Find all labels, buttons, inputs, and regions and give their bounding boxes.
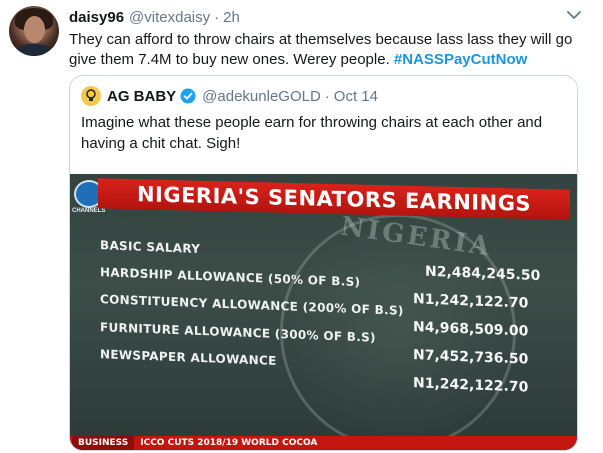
ticker-section: BUSINESS <box>72 436 135 450</box>
row-label: HARDSHIP ALLOWANCE (50% OF B.S) <box>100 265 361 290</box>
row-label: NEWSPAPER ALLOWANCE <box>100 347 277 368</box>
quoted-tweet[interactable]: AG BABY @adekunleGOLD · Oct 14 Imagine w… <box>69 75 578 451</box>
author-name[interactable]: daisy96 <box>69 9 124 26</box>
tweet-text: They can afford to throw chairs at thems… <box>69 30 589 70</box>
tweet-header: daisy96 @vitexdaisy · 2h <box>69 7 240 27</box>
author-handle[interactable]: @vitexdaisy <box>129 9 210 26</box>
attached-photo[interactable]: NIGERIA CHANNELS NIGERIA'S SENATORS EARN… <box>70 174 577 450</box>
row-label: BASIC SALARY <box>100 238 201 257</box>
row-amount: N1,242,122.70 <box>413 375 529 396</box>
hashtag-link[interactable]: #NASSPayCutNow <box>394 51 527 68</box>
quote-author-name[interactable]: AG BABY <box>107 88 176 105</box>
row-label: FURNITURE ALLOWANCE (300% OF B.S) <box>100 320 376 345</box>
quote-author-handle[interactable]: @adekunleGOLD <box>202 88 321 105</box>
row-amount: N1,242,122.70 <box>413 291 529 312</box>
verified-badge-icon <box>180 88 196 104</box>
quote-date[interactable]: Oct 14 <box>334 88 378 105</box>
row-label: CONSTITUENCY ALLOWANCE (200% OF B.S) <box>100 292 404 318</box>
row-amount: N7,452,736.50 <box>413 347 529 368</box>
tweet-time[interactable]: 2h <box>223 9 240 26</box>
lightbulb-icon[interactable] <box>81 86 101 106</box>
tweet[interactable]: daisy96 @vitexdaisy · 2h They can afford… <box>0 0 603 453</box>
tv-screen: NIGERIA CHANNELS NIGERIA'S SENATORS EARN… <box>70 174 577 450</box>
news-ticker: BUSINESS ICCO CUTS 2018/19 WORLD COCOA <box>70 436 577 450</box>
chevron-down-icon[interactable] <box>566 9 582 21</box>
earnings-list: BASIC SALARY N2,484,245.50 HARDSHIP ALLO… <box>70 174 577 450</box>
row-amount: N2,484,245.50 <box>425 263 541 285</box>
quote-header: AG BABY @adekunleGOLD · Oct 14 <box>107 86 378 106</box>
avatar[interactable] <box>9 6 59 56</box>
ticker-text: ICCO CUTS 2018/19 WORLD COCOA <box>140 438 318 448</box>
quote-text: Imagine what these people earn for throw… <box>81 114 543 152</box>
row-amount: N4,968,509.00 <box>413 319 529 340</box>
separator-dot: · <box>324 87 330 105</box>
separator-dot: · <box>214 8 220 26</box>
